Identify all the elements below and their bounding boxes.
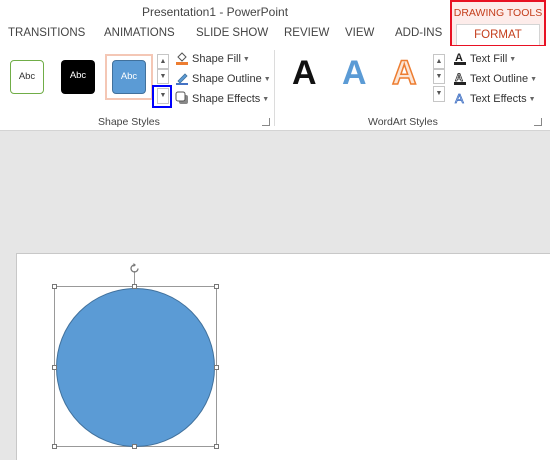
shape-fill-label: Shape Fill [192, 53, 241, 65]
tab-animations[interactable]: ANIMATIONS [104, 27, 175, 39]
drawing-tools-context: DRAWING TOOLS FORMAT [450, 0, 546, 47]
tab-transitions[interactable]: TRANSITIONS [8, 27, 85, 39]
pencil-outline-icon [176, 73, 188, 85]
tab-format[interactable]: FORMAT [456, 24, 540, 45]
resize-handle-nw[interactable] [52, 284, 57, 289]
resize-handle-e[interactable] [214, 365, 219, 370]
shape-effects-icon [175, 91, 188, 104]
ribbon-panel: Abc Abc Abc ▲ ▼ ▼ Shape Fill ▼ Shape Outl… [0, 46, 550, 131]
text-effects-button[interactable]: A Text Effects ▼ [453, 91, 536, 107]
wordart-styles-group-label: WordArt Styles [368, 116, 438, 128]
wordart-style-blue[interactable]: A [342, 54, 367, 93]
rotate-handle-icon[interactable] [128, 262, 141, 275]
resize-handle-w[interactable] [52, 365, 57, 370]
text-outline-icon: A [454, 72, 466, 85]
resize-handle-sw[interactable] [52, 444, 57, 449]
text-fill-icon: A [454, 52, 466, 65]
wordart-more-icon[interactable]: ▼ [433, 86, 445, 102]
wordart-scroll-down[interactable]: ▼ [433, 69, 445, 84]
resize-handle-s[interactable] [132, 444, 137, 449]
shape-outline-button[interactable]: Shape Outline ▼ [175, 71, 271, 87]
shape-effects-label: Shape Effects [192, 93, 261, 105]
wordart-scroll-up[interactable]: ▲ [433, 54, 445, 69]
text-fill-button[interactable]: A Text Fill ▼ [453, 51, 516, 67]
shape-effects-button[interactable]: Shape Effects ▼ [175, 91, 269, 107]
fill-bucket-icon [176, 52, 188, 65]
wordart-style-black[interactable]: A [292, 54, 317, 93]
text-outline-label: Text Outline [470, 73, 529, 85]
shape-style-thumb-3[interactable]: Abc [112, 60, 146, 94]
more-styles-icon[interactable]: ▼ [157, 88, 169, 104]
text-effects-label: Text Effects [470, 93, 527, 105]
window-title: Presentation1 - PowerPoint [141, 5, 289, 19]
gallery-scroll-up[interactable]: ▲ [157, 54, 169, 69]
tab-slide-show[interactable]: SLIDE SHOW [196, 27, 268, 39]
shape-style-thumb-2[interactable]: Abc [61, 60, 95, 94]
text-fill-label: Text Fill [470, 53, 508, 65]
shape-style-thumb-1[interactable]: Abc [10, 60, 44, 94]
shape-styles-group-label: Shape Styles [98, 116, 160, 128]
shape-styles-launcher[interactable] [262, 118, 270, 126]
shape-fill-button[interactable]: Shape Fill ▼ [175, 51, 250, 67]
resize-handle-ne[interactable] [214, 284, 219, 289]
tab-add-ins[interactable]: ADD-INS [395, 27, 442, 39]
svg-text:A: A [455, 91, 464, 105]
drawing-tools-label: DRAWING TOOLS [453, 7, 543, 19]
wordart-styles-launcher[interactable] [534, 118, 542, 126]
text-outline-button[interactable]: A Text Outline ▼ [453, 71, 537, 87]
circle-shape[interactable] [56, 288, 215, 447]
wordart-style-orange-outline[interactable]: A [391, 53, 417, 93]
gallery-scroll-down[interactable]: ▼ [157, 69, 169, 84]
resize-handle-se[interactable] [214, 444, 219, 449]
resize-handle-n[interactable] [132, 284, 137, 289]
shape-outline-label: Shape Outline [192, 73, 262, 85]
text-effects-icon: A [455, 91, 465, 105]
tab-view[interactable]: VIEW [345, 27, 374, 39]
group-separator [274, 50, 275, 126]
tab-review[interactable]: REVIEW [284, 27, 329, 39]
